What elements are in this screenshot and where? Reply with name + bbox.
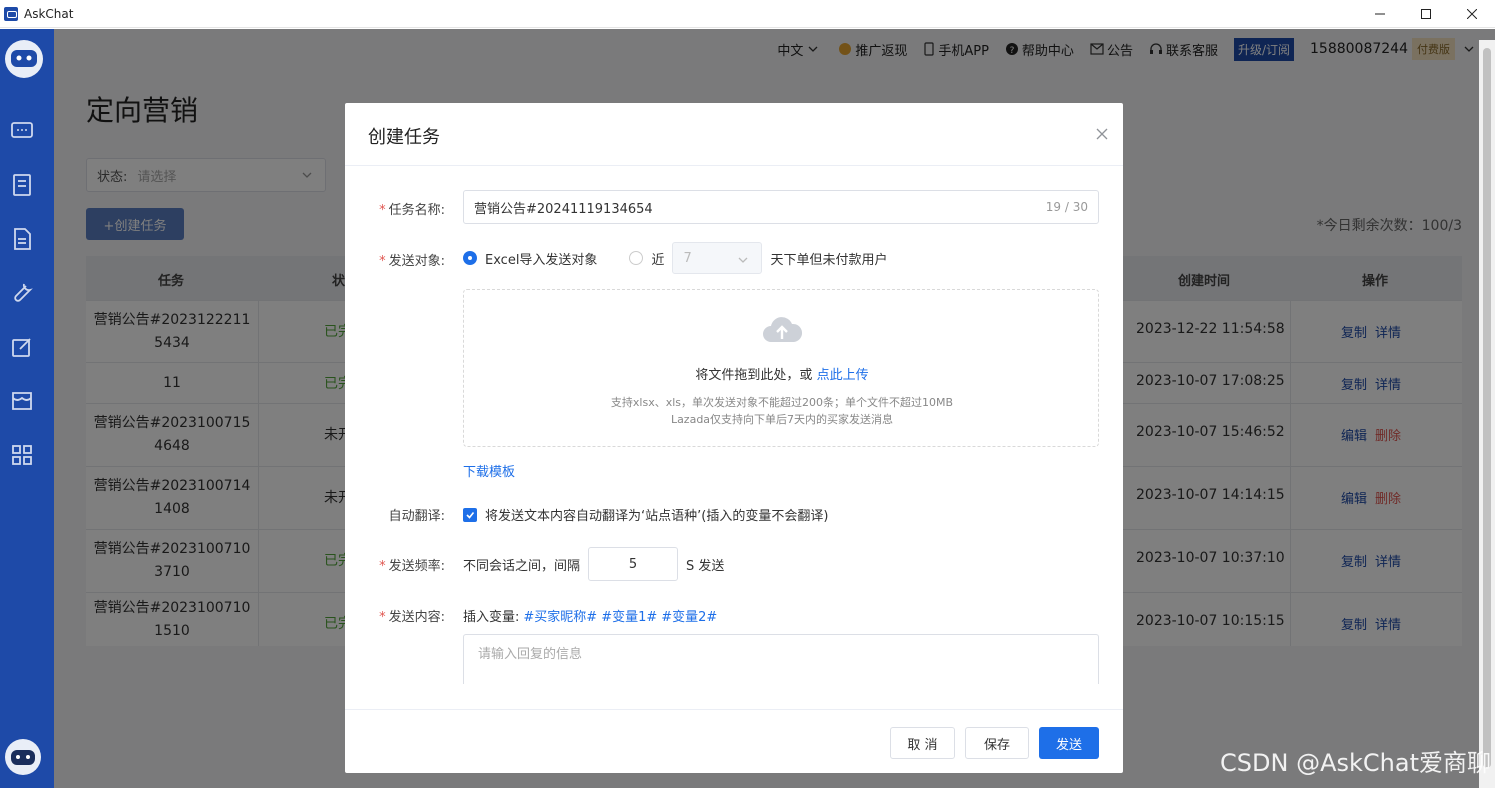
frequency-row: 不同会话之间，间隔 5 S 发送 bbox=[463, 547, 724, 581]
translate-checkbox-row[interactable]: 将发送文本内容自动翻译为‘站点语种’(插入的变量不会翻译) bbox=[463, 505, 828, 524]
document-icon[interactable] bbox=[10, 227, 34, 251]
dialog-header: 创建任务 bbox=[345, 103, 1123, 166]
list-icon[interactable] bbox=[10, 173, 34, 197]
target-radio-group: Excel导入发送对象 近 7 天下单但未付款用户 bbox=[463, 242, 887, 274]
minimize-button[interactable] bbox=[1357, 0, 1403, 28]
store-icon[interactable] bbox=[10, 389, 34, 413]
save-button[interactable]: 保存 bbox=[965, 727, 1029, 759]
cancel-button[interactable]: 取 消 bbox=[890, 727, 955, 759]
scrollbar[interactable] bbox=[1479, 40, 1495, 788]
days-select[interactable]: 7 bbox=[672, 242, 763, 274]
sidebar bbox=[0, 29, 54, 788]
chat-icon[interactable] bbox=[10, 119, 34, 143]
upload-dropzone[interactable]: 将文件拖到此处，或 点此上传 支持xlsx、xls，单次发送对象不能超过200条… bbox=[463, 289, 1099, 447]
interval-input[interactable]: 5 bbox=[588, 547, 679, 581]
wrench-icon[interactable] bbox=[10, 281, 34, 305]
download-template-link[interactable]: 下载模板 bbox=[463, 461, 515, 480]
var-2[interactable]: #变量2# bbox=[661, 606, 717, 625]
check-icon bbox=[466, 511, 475, 519]
content-textarea[interactable]: 请输入回复的信息 bbox=[463, 634, 1099, 684]
apps-grid-icon[interactable] bbox=[10, 443, 34, 467]
insert-vars-row: 插入变量: #买家昵称# #变量1# #变量2# bbox=[463, 606, 717, 625]
scrollbar-thumb[interactable] bbox=[1483, 48, 1491, 768]
logo-icon bbox=[5, 40, 43, 78]
dialog-footer: 取 消 保存 发送 bbox=[345, 709, 1123, 773]
radio-excel[interactable] bbox=[463, 251, 477, 265]
close-icon bbox=[1467, 9, 1477, 19]
radio-excel-label[interactable]: Excel导入发送对象 bbox=[485, 249, 597, 268]
frequency-prefix: 不同会话之间，间隔 bbox=[463, 558, 581, 574]
radio-recent[interactable] bbox=[629, 251, 644, 265]
radio-recent-prefix[interactable]: 近 bbox=[651, 249, 664, 268]
radio-recent-suffix: 天下单但未付款用户 bbox=[770, 252, 888, 268]
translate-checkbox[interactable] bbox=[463, 507, 477, 522]
edit-icon[interactable] bbox=[10, 335, 34, 359]
var-buyer-nickname[interactable]: #买家昵称# bbox=[523, 606, 597, 625]
create-task-dialog: 创建任务 * 任务名称: 营销公告#20241119134654 19 / 30 … bbox=[345, 103, 1123, 773]
window-titlebar: AskChat bbox=[0, 0, 1495, 28]
upload-hint-lazada: Lazada仅支持向下单后7天内的买家发送消息 bbox=[670, 413, 894, 426]
translate-text: 将发送文本内容自动翻译为‘站点语种’(插入的变量不会翻译) bbox=[485, 509, 829, 524]
watermark: CSDN @AskChat爱商聊 bbox=[1220, 749, 1491, 777]
minimize-icon bbox=[1375, 13, 1385, 15]
app-icon bbox=[4, 6, 18, 21]
maximize-icon bbox=[1421, 9, 1431, 19]
task-name-label: * 任务名称: bbox=[379, 203, 445, 218]
window-title: AskChat bbox=[24, 6, 74, 21]
var-1[interactable]: #变量1# bbox=[601, 606, 657, 625]
close-icon[interactable] bbox=[1095, 127, 1109, 141]
vars-label: 插入变量: bbox=[463, 610, 520, 625]
drag-text: 将文件拖到此处，或 点此上传 bbox=[695, 368, 869, 383]
days-value: 7 bbox=[683, 250, 692, 266]
char-counter: 19 / 30 bbox=[1045, 200, 1088, 214]
avatar[interactable] bbox=[4, 738, 42, 776]
translate-label: 自动翻译: bbox=[388, 509, 445, 524]
maximize-button[interactable] bbox=[1403, 0, 1449, 28]
task-name-value: 营销公告#20241119134654 bbox=[474, 201, 653, 217]
upload-link[interactable]: 点此上传 bbox=[817, 368, 869, 383]
send-button[interactable]: 发送 bbox=[1039, 727, 1099, 759]
dialog-title: 创建任务 bbox=[368, 127, 440, 148]
target-label: * 发送对象: bbox=[379, 254, 445, 269]
task-name-input[interactable]: 营销公告#20241119134654 19 / 30 bbox=[463, 190, 1099, 224]
chevron-down-icon bbox=[738, 257, 748, 263]
upload-hint: 支持xlsx、xls，单次发送对象不能超过200条；单个文件不超过10MB bbox=[610, 396, 954, 409]
cloud-upload-icon bbox=[763, 317, 803, 342]
frequency-label: * 发送频率: bbox=[379, 559, 445, 574]
close-window-button[interactable] bbox=[1449, 0, 1495, 28]
content-label: * 发送内容: bbox=[379, 610, 445, 625]
frequency-suffix: S 发送 bbox=[686, 558, 725, 574]
